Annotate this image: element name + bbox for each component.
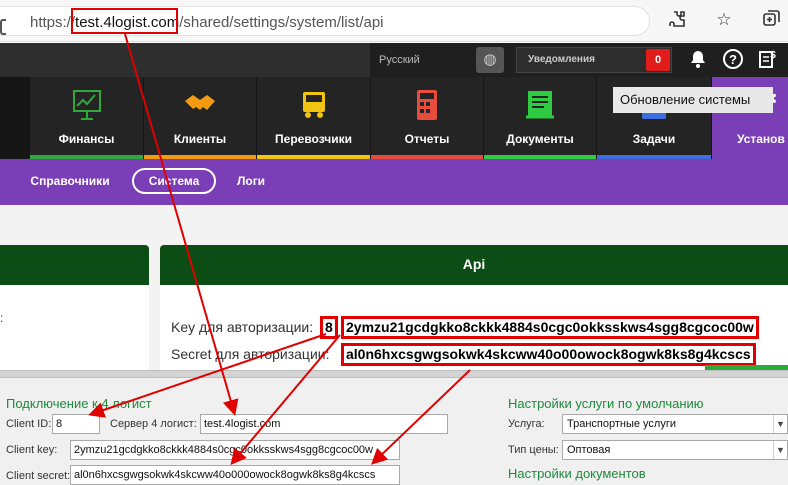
- extensions-icon[interactable]: [666, 9, 688, 31]
- left-panel-body: [0, 285, 149, 370]
- handshake-icon: [185, 95, 215, 110]
- module-label: Установ: [737, 132, 785, 146]
- svg-text:$: $: [770, 50, 776, 61]
- bell-icon[interactable]: [686, 48, 710, 72]
- api-panel-title: Api: [462, 256, 486, 272]
- module-label: Финансы: [58, 132, 115, 146]
- api-secret-value: al0n6hxcsgwgsokwk4skcww40o00owock8ogwk8k…: [341, 343, 756, 366]
- chevron-down-icon[interactable]: ▼: [773, 415, 787, 433]
- left-panel-header: [0, 245, 149, 285]
- browser-toolbar: https://test.4logist.com/shared/settings…: [0, 0, 788, 42]
- module-documents[interactable]: Документы: [484, 77, 596, 159]
- truck-icon: [302, 92, 325, 118]
- help-icon[interactable]: ?: [721, 48, 745, 72]
- url-host: test.4logist.com: [75, 14, 180, 31]
- module-label: Документы: [506, 132, 574, 146]
- chevron-down-icon[interactable]: ▼: [773, 441, 787, 459]
- chart-icon: [72, 90, 101, 120]
- connection-section-title: Подключение к 4 логист: [6, 396, 152, 411]
- module-label: Задачи: [632, 132, 676, 146]
- module-carriers[interactable]: Перевозчики: [257, 77, 370, 159]
- documents-section-title: Настройки документов: [508, 466, 646, 481]
- client-key-field[interactable]: [70, 440, 400, 460]
- module-label: Отчеты: [404, 132, 450, 146]
- notifications-label: Уведомления: [528, 54, 595, 65]
- api-key-value: 2ymzu21gcdgkko8ckkk4884s0cgc0okksskws4sg…: [341, 316, 759, 339]
- client-id-label: Client ID:: [6, 418, 52, 430]
- service-defaults-title: Настройки услуги по умолчанию: [508, 396, 704, 411]
- globe-icon[interactable]: ◍: [476, 47, 504, 73]
- client-key-label: Client key:: [6, 444, 58, 456]
- window-splitter[interactable]: [0, 370, 788, 378]
- url-text[interactable]: https://test.4logist.com/shared/settings…: [30, 14, 384, 31]
- language-select[interactable]: Русский: [372, 47, 472, 73]
- module-label: Перевозчики: [275, 132, 352, 146]
- server-label: Сервер 4 логист:: [110, 418, 197, 430]
- client-id-value: 8: [320, 316, 338, 339]
- collections-icon[interactable]: [760, 9, 782, 31]
- service-select-value: Транспортные услуги: [567, 418, 677, 430]
- address-bar[interactable]: https://test.4logist.com/shared/settings…: [0, 6, 650, 36]
- document-icon: [526, 91, 554, 119]
- header-left-strip: [0, 43, 370, 77]
- url-scheme: https://: [30, 14, 76, 31]
- url-path: /shared/settings/system/list/api: [179, 14, 384, 31]
- tooltip: Обновление системы: [613, 87, 773, 113]
- subnav-item-references[interactable]: Справочники: [20, 168, 120, 194]
- billing-icon[interactable]: $: [755, 48, 779, 72]
- price-type-label: Тип цены:: [508, 444, 559, 456]
- client-secret-label: Client secret:: [6, 470, 71, 482]
- server-field[interactable]: [200, 414, 448, 434]
- left-panel-marker: :: [0, 311, 4, 325]
- svg-text:?: ?: [729, 52, 737, 67]
- api-panel-header: Api: [160, 245, 788, 285]
- page-info-icon[interactable]: [0, 19, 6, 35]
- key-label: Key для авторизации:: [171, 319, 314, 335]
- favorites-star-icon[interactable]: ☆: [713, 9, 735, 31]
- subnav-item-logs[interactable]: Логи: [226, 168, 276, 194]
- module-label: Клиенты: [173, 132, 227, 146]
- notifications-count-badge[interactable]: 0: [646, 49, 670, 71]
- subnav-item-system[interactable]: Система: [132, 168, 216, 194]
- client-secret-field[interactable]: [70, 465, 400, 485]
- service-label: Услуга:: [508, 418, 545, 430]
- module-clients[interactable]: Клиенты: [144, 77, 256, 159]
- price-type-select[interactable]: Оптовая ▼: [562, 440, 788, 460]
- module-reports[interactable]: Отчеты: [371, 77, 483, 159]
- service-select[interactable]: Транспортные услуги ▼: [562, 414, 788, 434]
- price-type-select-value: Оптовая: [567, 444, 611, 456]
- client-id-field[interactable]: [52, 414, 100, 434]
- secret-label: Secret для авторизации:: [171, 346, 330, 362]
- calculator-icon: [417, 90, 437, 120]
- module-finance[interactable]: Финансы: [30, 77, 143, 159]
